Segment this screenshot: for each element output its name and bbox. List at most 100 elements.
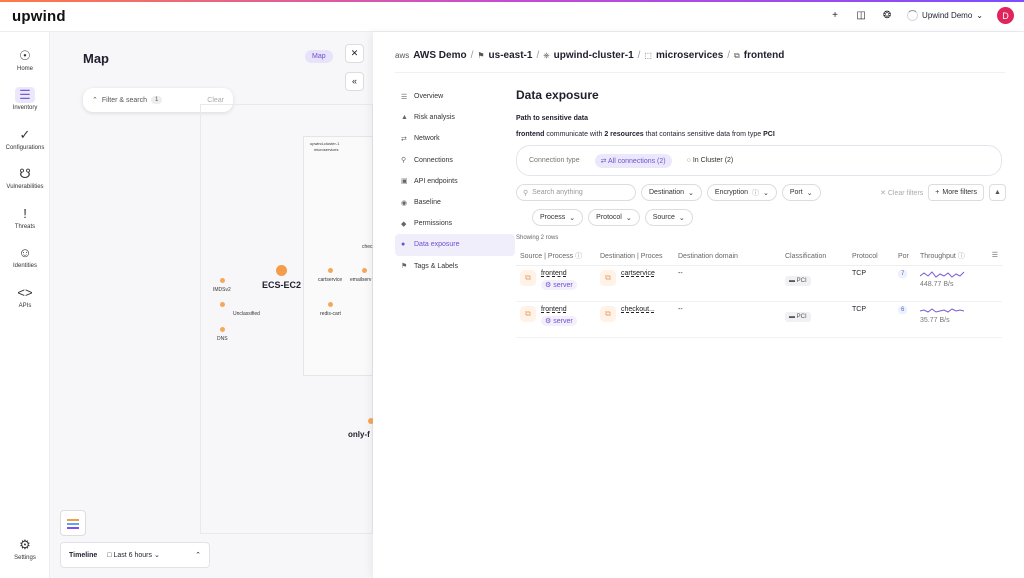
subnav-overview[interactable]: ☰ Overview [395, 86, 515, 107]
more-filters-button[interactable]: + More filters [928, 184, 984, 201]
clear-filters-button[interactable]: ✕ Clear filters [880, 189, 923, 197]
top-bar: upwind + ◫ ❂ Upwind Demo ⌄ D [0, 0, 1024, 32]
subnav-connections[interactable]: ⚲ Connections [395, 150, 515, 171]
subnav-label: Overview [414, 93, 444, 101]
sidebar-item-apis[interactable]: <> APIs [0, 285, 50, 309]
column-header[interactable]: Source | Process ⓘ [516, 247, 596, 266]
column-header[interactable]: Destination domain [674, 247, 781, 266]
map-node[interactable] [328, 302, 333, 307]
collapse-panel-button[interactable]: « [345, 72, 364, 91]
column-header[interactable]: Destination | Proces [596, 247, 674, 266]
export-button[interactable]: ▲ [989, 184, 1006, 201]
table-row[interactable]: ⧉ frontend ⚙ server ⧉ cartservice -- ▬ PCI … [516, 265, 1002, 302]
sidebar-item-threats[interactable]: ! Threats [0, 206, 50, 230]
avatar[interactable]: D [997, 7, 1014, 24]
port-count[interactable]: 6 [898, 306, 908, 314]
lock-icon: ◆ [401, 220, 407, 228]
clear-filter-button[interactable]: Clear [207, 97, 224, 104]
all-connections-tab[interactable]: ⇄ All connections (2) [594, 153, 672, 168]
port-count[interactable]: 7 [898, 270, 908, 278]
sidebar-item-configurations[interactable]: ✓ Configurations [0, 127, 50, 151]
person-pin-icon[interactable]: ❂ [881, 10, 893, 21]
more-filters-label: More filters [942, 189, 977, 196]
user-menu[interactable]: Upwind Demo ⌄ [907, 10, 983, 21]
destination-filter[interactable]: Destination ⌄ [641, 184, 702, 201]
list-icon: ☰ [401, 93, 408, 101]
breadcrumb-namespace[interactable]: microservices [656, 50, 723, 61]
plus-icon[interactable]: + [829, 10, 841, 21]
cluster-title: upwind-cluster-1 [310, 141, 340, 146]
source-filter[interactable]: Source ⌄ [644, 209, 693, 226]
book-icon[interactable]: ◫ [855, 10, 867, 21]
protocol-filter[interactable]: Protocol ⌄ [588, 209, 640, 226]
chevron-down-icon: ⌄ [153, 552, 160, 559]
source-name[interactable]: frontend [541, 270, 577, 277]
workload-icon: ⧉ [520, 306, 536, 322]
breadcrumb-workload[interactable]: frontend [744, 50, 785, 61]
column-header[interactable]: Por [894, 247, 916, 266]
column-header[interactable]: Throughput ⓘ ☰ [916, 247, 1002, 266]
legend-button[interactable] [60, 510, 86, 536]
map-node[interactable] [362, 268, 367, 273]
workload-icon: ⧉ [734, 50, 740, 60]
timeline-range-select[interactable]: □ Last 6 hours ⌄ [107, 551, 160, 559]
chevron-down-icon: ⌄ [762, 189, 769, 197]
sidebar-item-settings[interactable]: ⚙ Settings [0, 537, 50, 561]
circle-icon: ○ [686, 157, 691, 164]
clear-filters-label: Clear filters [887, 189, 924, 197]
process-filter[interactable]: Process ⌄ [532, 209, 584, 226]
app-logo[interactable]: upwind [12, 8, 66, 25]
node-label: Unclassified [233, 311, 260, 317]
search-input[interactable]: ⚲ Search anything [516, 184, 636, 201]
breadcrumb-region[interactable]: us-east-1 [489, 50, 533, 61]
map-node[interactable] [220, 327, 225, 332]
expand-icon[interactable]: ⌃ [195, 551, 201, 559]
table-row[interactable]: ⧉ frontend ⚙ server ⧉ checkout... -- ▬ PCI … [516, 301, 1002, 338]
chevron-down-icon: ⌄ [806, 189, 813, 197]
kubernetes-icon: ⎈ [543, 50, 550, 60]
subnav-baseline[interactable]: ◉ Baseline [395, 192, 515, 213]
filter-label: Process [540, 214, 566, 221]
node-label: cartservice [318, 277, 343, 283]
card-icon: ▬ [789, 314, 795, 320]
chevron-down-icon: ⌄ [569, 214, 576, 222]
subnav-label: Tags & Labels [414, 262, 458, 270]
map-view-button[interactable]: Map [305, 50, 333, 63]
map-node[interactable] [328, 268, 333, 273]
subnav-tags-labels[interactable]: ⚑ Tags & Labels [395, 256, 515, 277]
subnav-data-exposure[interactable]: ● Data exposure [395, 234, 515, 256]
sidebar-item-label: Inventory [12, 105, 38, 111]
destination-name[interactable]: checkout... [621, 306, 655, 313]
timeline-bar: Timeline □ Last 6 hours ⌄ ⌃ [60, 542, 210, 568]
column-settings-icon[interactable]: ☰ [992, 251, 998, 259]
subnav-permissions[interactable]: ◆ Permissions [395, 213, 515, 234]
arrows-icon: ⇄ [600, 157, 607, 165]
breadcrumb-account[interactable]: AWS Demo [413, 50, 466, 61]
port-filter[interactable]: Port ⌄ [781, 184, 821, 201]
sidebar-item-inventory[interactable]: ☰ Inventory [0, 87, 50, 111]
classification-badge: ▬ PCI [785, 312, 811, 322]
subnav-network[interactable]: ⇄ Network [395, 128, 515, 149]
table-header: Source | Process ⓘ Destination | Proces … [516, 247, 1002, 266]
subnav-api-endpoints[interactable]: ▣ API endpoints [395, 171, 515, 192]
subnav-risk-analysis[interactable]: ▲ Risk analysis [395, 107, 515, 128]
breadcrumb-cluster[interactable]: upwind-cluster-1 [554, 50, 634, 61]
close-icon: ✕ [350, 48, 359, 58]
column-header[interactable]: Classification [781, 247, 848, 266]
cluster-box[interactable]: upwind-cluster-1 microservices [303, 136, 373, 376]
close-panel-button[interactable]: ✕ [345, 44, 364, 63]
sidebar-item-vulnerabilities[interactable]: ☋ Vulnerabilities [0, 166, 50, 190]
desc-subject: frontend [516, 131, 545, 138]
top-actions: + ◫ ❂ Upwind Demo ⌄ D [829, 7, 1014, 24]
sidebar-item-identities[interactable]: ☺ Identities [0, 245, 50, 269]
destination-name[interactable]: cartservice [621, 270, 655, 277]
column-header[interactable]: Protocol [848, 247, 894, 266]
ecs-node[interactable] [276, 265, 287, 276]
sidebar-item-home[interactable]: ☉ Home [0, 48, 50, 72]
encryption-filter[interactable]: Encryption ⓘ ⌄ [706, 184, 777, 201]
in-cluster-tab[interactable]: ○ In Cluster (2) [687, 157, 734, 164]
source-name[interactable]: frontend [541, 306, 577, 313]
map-node[interactable] [220, 302, 225, 307]
ecs-label: ECS-EC2 [262, 280, 302, 290]
map-node[interactable] [220, 278, 225, 283]
